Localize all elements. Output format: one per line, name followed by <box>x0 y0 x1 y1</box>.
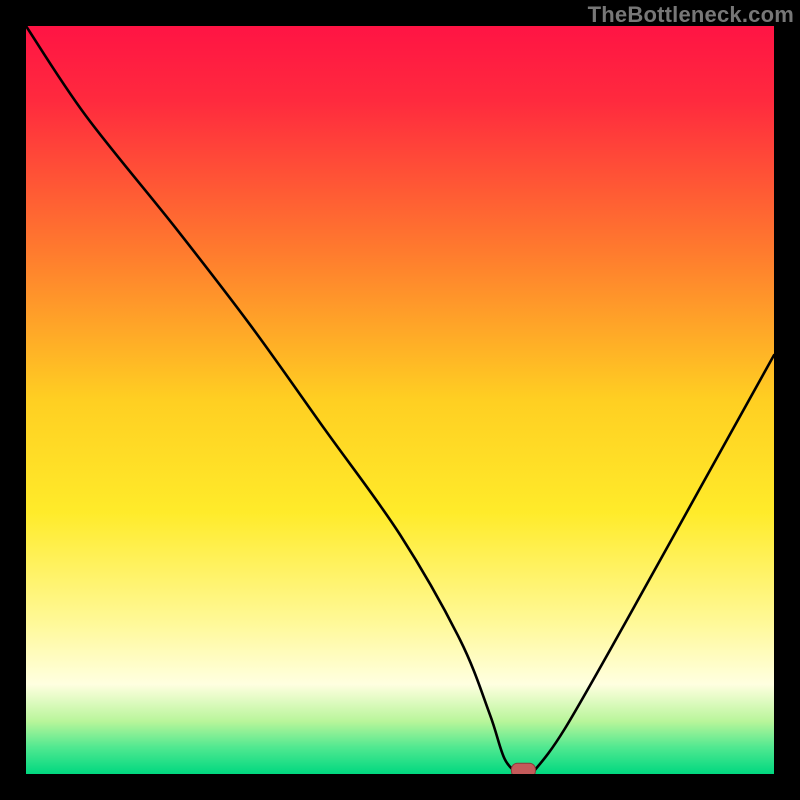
optimal-marker <box>511 763 535 774</box>
chart-frame: TheBottleneck.com <box>0 0 800 800</box>
watermark-text: TheBottleneck.com <box>588 2 794 28</box>
plot-area <box>26 26 774 774</box>
gradient-background <box>26 26 774 774</box>
bottleneck-chart <box>26 26 774 774</box>
